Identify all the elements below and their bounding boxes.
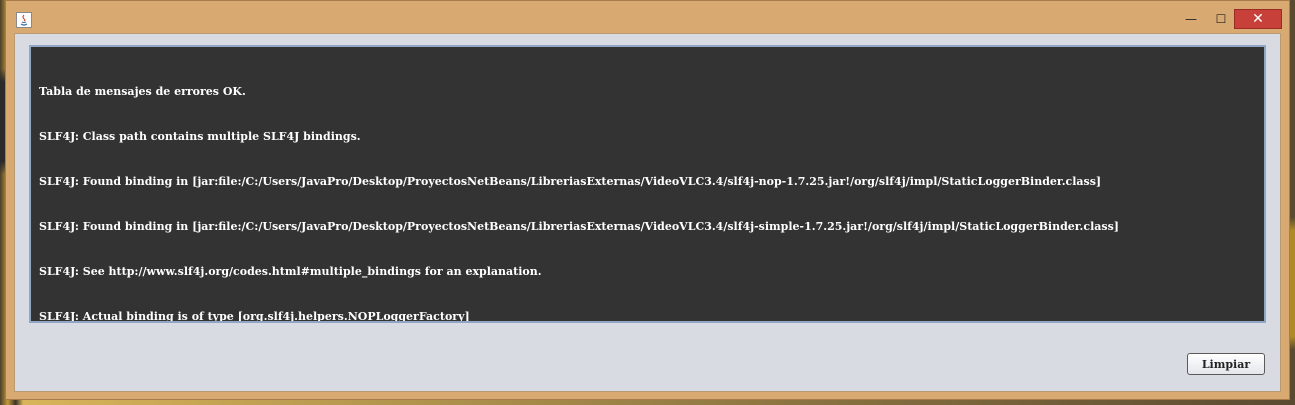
- minimize-button[interactable]: —: [1177, 9, 1205, 29]
- log-line: SLF4J: Found binding in [jar:file:/C:/Us…: [39, 175, 1102, 188]
- title-bar[interactable]: — ☐ ✕: [6, 1, 1289, 33]
- maximize-icon: ☐: [1215, 12, 1227, 26]
- log-line: SLF4J: Actual binding is of type [org.sl…: [39, 310, 470, 323]
- java-icon[interactable]: [16, 12, 32, 28]
- log-line: SLF4J: See http://www.slf4j.org/codes.ht…: [39, 265, 542, 278]
- close-button[interactable]: ✕: [1234, 9, 1282, 29]
- clear-button[interactable]: Limpiar: [1187, 353, 1265, 375]
- close-icon: ✕: [1252, 11, 1264, 27]
- maximize-button[interactable]: ☐: [1207, 9, 1235, 29]
- log-line: Tabla de mensajes de errores OK.: [39, 85, 246, 98]
- message-log-textarea[interactable]: Tabla de mensajes de errores OK. SLF4J: …: [29, 45, 1266, 323]
- log-line: SLF4J: Found binding in [jar:file:/C:/Us…: [39, 220, 1119, 233]
- content-panel: Tabla de mensajes de errores OK. SLF4J: …: [14, 33, 1281, 392]
- minimize-icon: —: [1185, 12, 1197, 26]
- app-window: — ☐ ✕ Tabla de mensajes de errores OK. S…: [5, 0, 1290, 400]
- log-line: SLF4J: Class path contains multiple SLF4…: [39, 130, 361, 143]
